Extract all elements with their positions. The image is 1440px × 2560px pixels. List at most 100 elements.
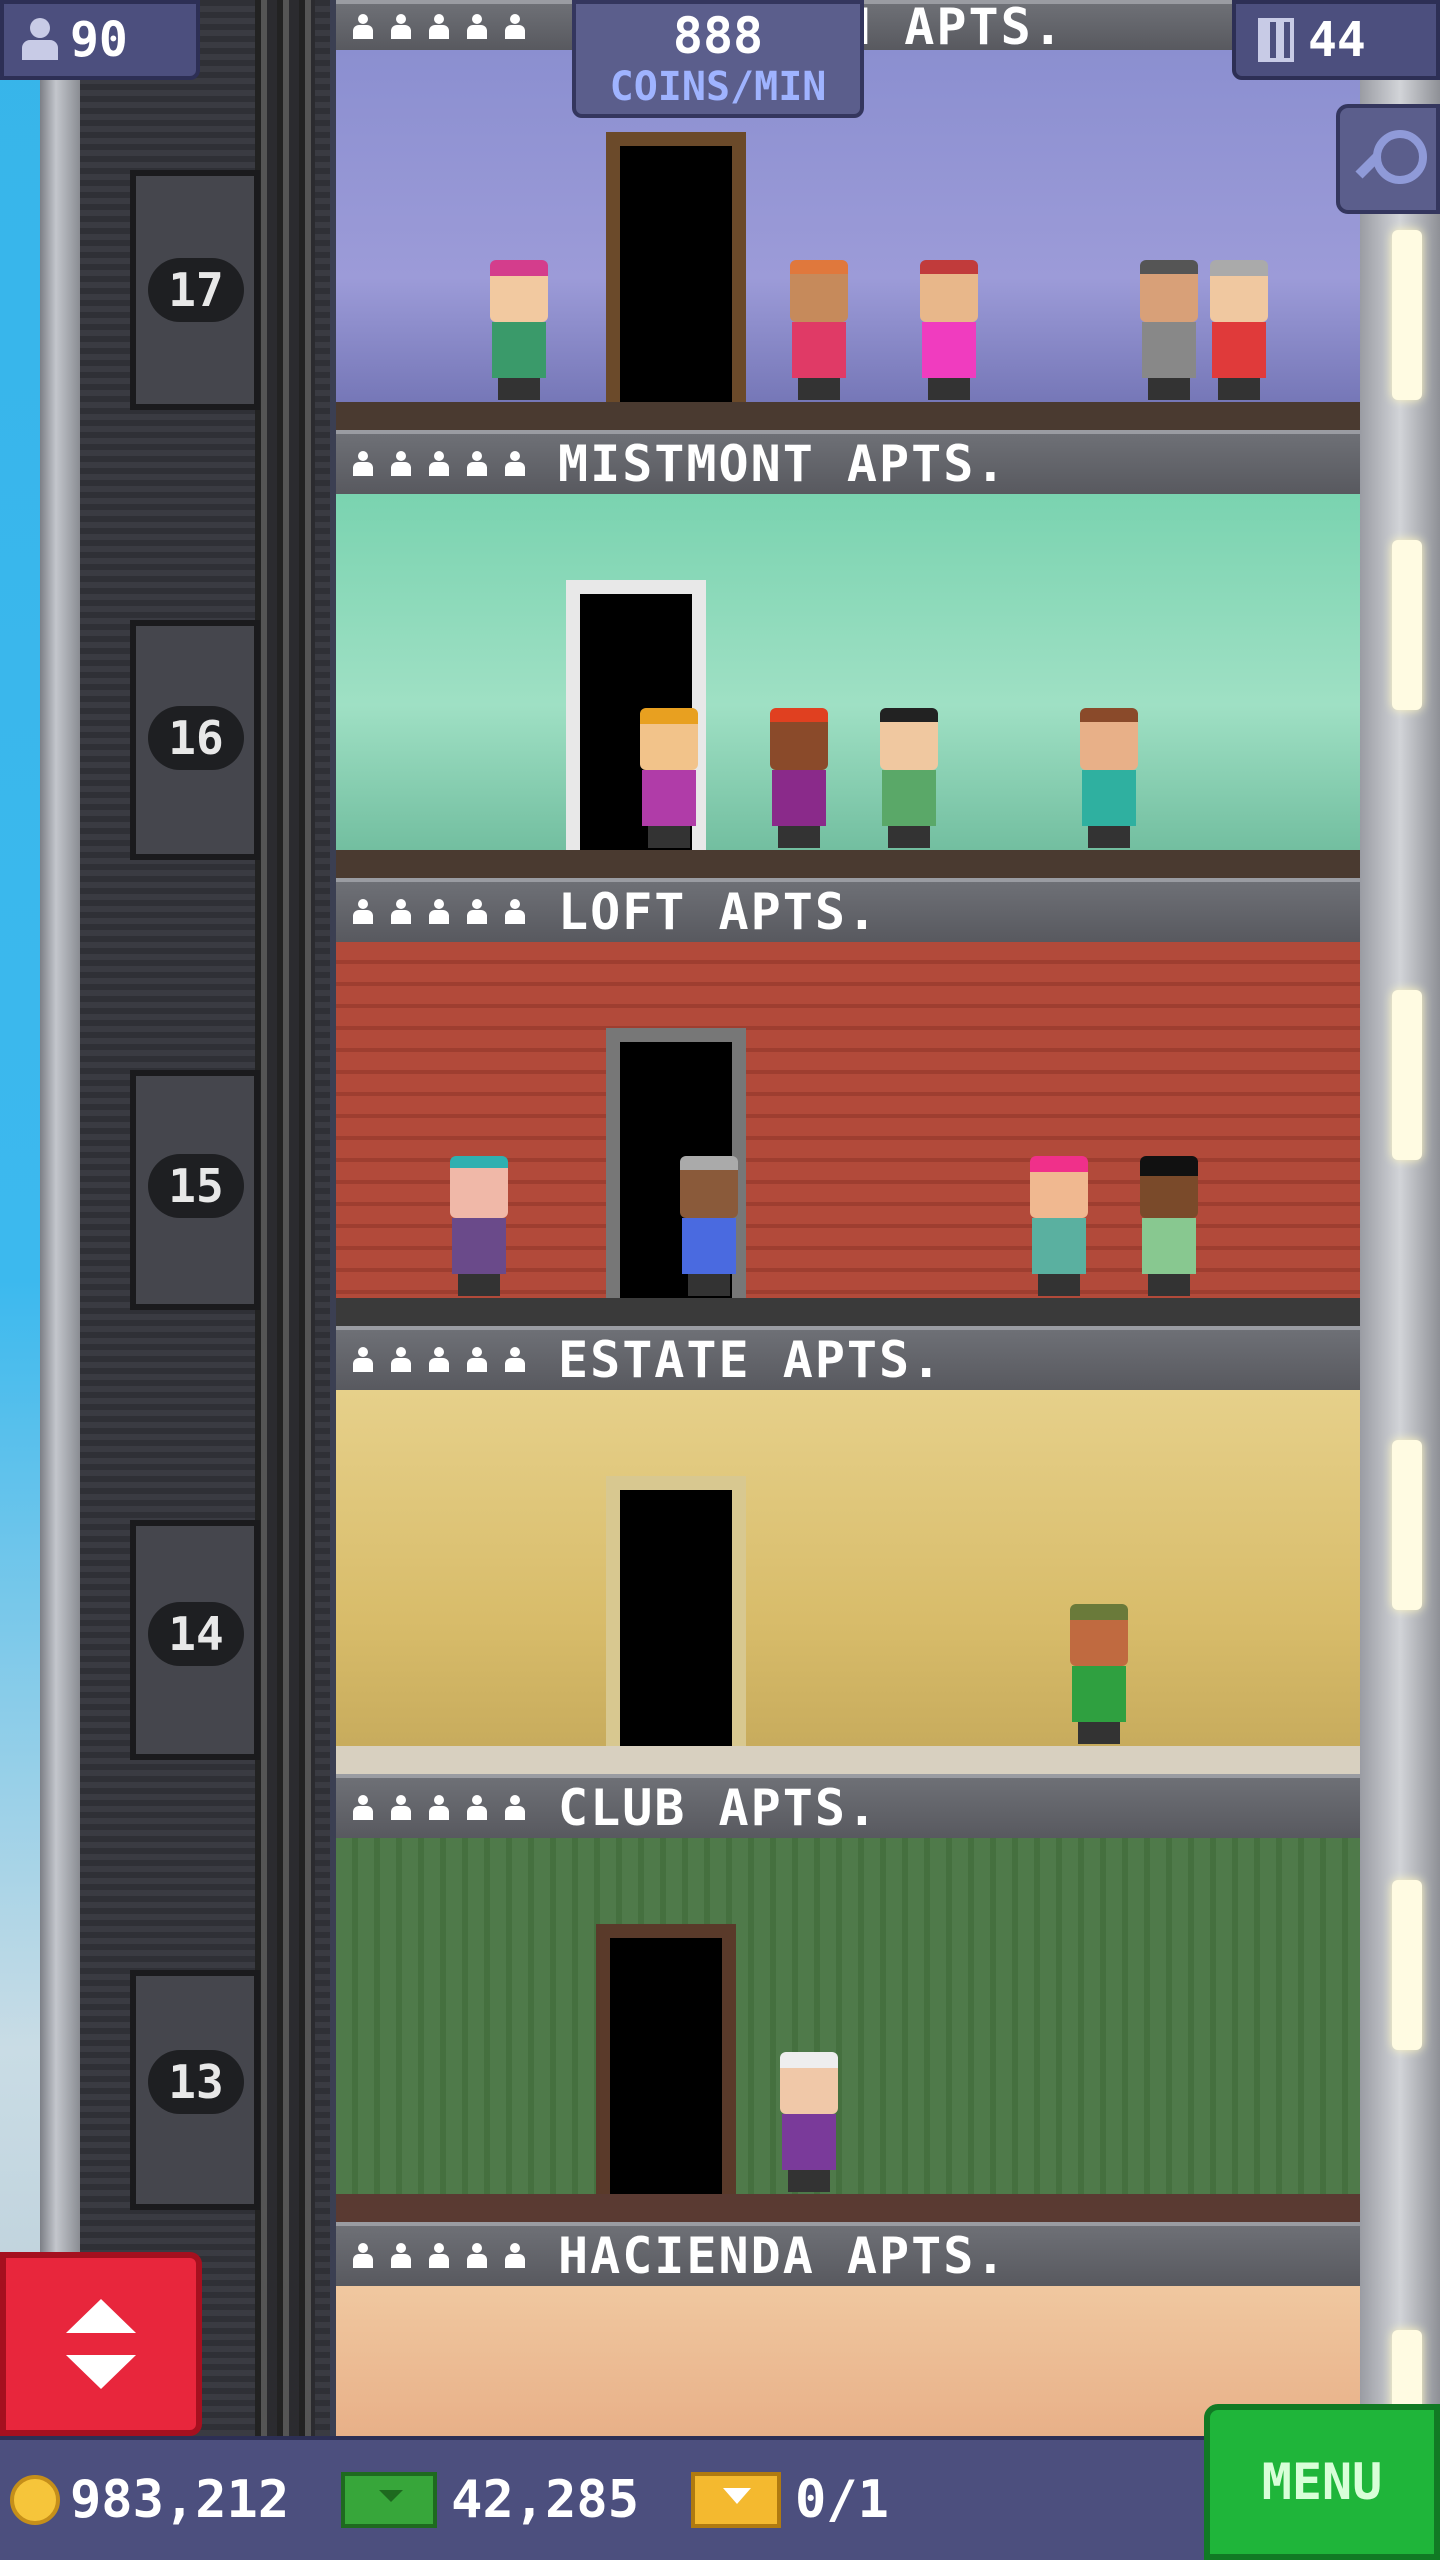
resident-star-icon [426,14,452,40]
room-interior[interactable] [336,494,1360,878]
resident[interactable] [1066,1604,1132,1744]
resident-star-icon [388,14,414,40]
room-interior[interactable] [336,942,1360,1326]
resident[interactable] [676,1156,742,1296]
room-door [596,1924,736,2194]
window-light [1392,1440,1422,1610]
coins-stat[interactable]: 983,212 [0,2470,289,2530]
elevator-cables [255,0,315,2560]
resident-star-icon [464,451,490,477]
elevator-rail [40,0,80,2560]
resident[interactable] [766,708,832,848]
resident-star-icon [350,14,376,40]
resident[interactable] [1206,260,1272,400]
floor-name-bar: LOFT APTS. [336,878,1360,942]
resident-star-icon [388,899,414,925]
resident[interactable] [876,708,942,848]
coins-value: 983,212 [70,2470,290,2530]
window-light [1392,230,1422,400]
window-light [1392,540,1422,710]
coins-per-minute-panel[interactable]: 888 COINS/MIN [572,0,864,118]
floor-count-value: 44 [1308,12,1366,68]
room-floor [336,850,1360,878]
room-door [606,1476,746,1746]
find-button[interactable] [1336,104,1440,214]
population-counter[interactable]: 90 [0,0,200,80]
resident-star-icon [464,899,490,925]
room-floor [336,1746,1360,1774]
resident[interactable] [446,1156,512,1296]
coin-icon [10,2475,60,2525]
updown-arrows-icon [66,2299,136,2389]
resident-stars [350,14,528,40]
resident-star-icon [350,1347,376,1373]
resident-star-icon [350,2243,376,2269]
room-door [606,132,746,402]
room-floor [336,2194,1360,2222]
resident[interactable] [1136,260,1202,400]
resident-stars [350,451,528,477]
resident-star-icon [388,1795,414,1821]
bux-value: 42,285 [451,2470,639,2530]
resident-star-icon [502,451,528,477]
resident-star-icon [502,899,528,925]
window-light [1392,990,1422,1160]
resident-star-icon [502,14,528,40]
room-floor [336,1298,1360,1326]
resident-star-icon [426,899,452,925]
menu-button[interactable]: MENU [1204,2404,1440,2560]
coins-per-minute-label: COINS/MIN [609,64,827,110]
resident-stars [350,1795,528,1821]
resident-star-icon [388,451,414,477]
resident-star-icon [388,2243,414,2269]
room-interior[interactable] [336,1838,1360,2222]
tickets-stat[interactable]: 0/1 [667,2470,889,2530]
resident[interactable] [1136,1156,1202,1296]
elevator-floor-number: 15 [148,1154,244,1218]
resident-star-icon [388,1347,414,1373]
resident[interactable] [636,708,702,848]
floor-name-bar: ESTATE APTS. [336,1326,1360,1390]
bux-stat[interactable]: 42,285 [317,2470,639,2530]
floor-name: CLUB APTS. [558,1779,880,1837]
coins-per-minute-value: 888 [672,7,764,65]
resident[interactable] [916,260,982,400]
resident[interactable] [486,260,552,400]
population-value: 90 [70,12,128,68]
resident-star-icon [350,899,376,925]
resident-star-icon [502,2243,528,2269]
resident[interactable] [786,260,852,400]
floor-name: HACIENDA APTS. [558,2227,1008,2285]
resident-stars [350,2243,528,2269]
floor-name-bar: MISTMONT APTS. [336,430,1360,494]
window-light [1392,1880,1422,2050]
floor-name: MISTMONT APTS. [558,435,1008,493]
elevator-button[interactable] [0,2252,202,2436]
resident[interactable] [1076,708,1142,848]
resident[interactable] [1026,1156,1092,1296]
floor-name: LOFT APTS. [558,883,880,941]
resident-stars [350,899,528,925]
resident-star-icon [502,1347,528,1373]
person-icon [20,18,60,62]
resident-star-icon [464,1347,490,1373]
tickets-value: 0/1 [795,2470,889,2530]
resident-star-icon [464,14,490,40]
magnifier-icon [1359,130,1427,188]
floor-name-bar: HACIENDA APTS. [336,2222,1360,2286]
floor-count-counter[interactable]: 44 [1232,0,1440,80]
resident-star-icon [426,451,452,477]
resident-star-icon [350,451,376,477]
room-interior[interactable] [336,1390,1360,1774]
elevator-floor-number: 14 [148,1602,244,1666]
room-floor [336,402,1360,430]
resident[interactable] [776,2052,842,2192]
resident-stars [350,1347,528,1373]
elevator-floor-number: 13 [148,2050,244,2114]
elevator-floor-number: 17 [148,258,244,322]
resident-star-icon [426,1347,452,1373]
bux-icon [341,2472,438,2528]
resident-star-icon [426,2243,452,2269]
resident-star-icon [426,1795,452,1821]
floor-name-bar: CLUB APTS. [336,1774,1360,1838]
